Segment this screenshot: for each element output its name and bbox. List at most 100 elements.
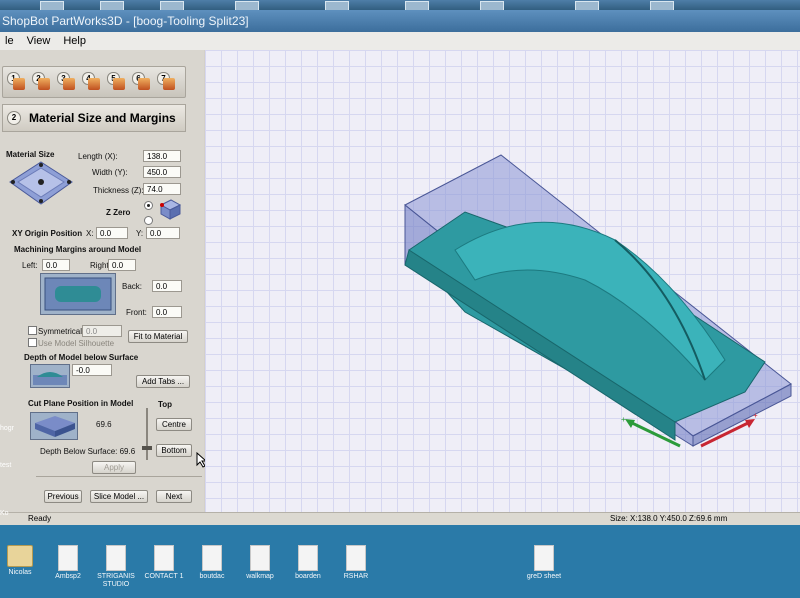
step-6-button[interactable]: 6 <box>132 72 152 92</box>
window-title: ShopBot PartWorks3D - [boog-Tooling Spli… <box>2 14 249 28</box>
document-icon <box>202 545 222 571</box>
step-2-button[interactable]: 2 <box>32 72 52 92</box>
step-5-button[interactable]: 5 <box>107 72 127 92</box>
step-3-button[interactable]: 3 <box>57 72 77 92</box>
symmetrical-field[interactable]: 0.0 <box>82 325 122 337</box>
margin-right-field[interactable]: 0.0 <box>108 259 136 271</box>
desktop-icon-label: STRIGANIS STUDIO <box>97 573 135 588</box>
margin-back-field[interactable]: 0.0 <box>152 280 182 292</box>
apply-button[interactable]: Apply <box>92 461 136 474</box>
desktop-edge-label: hogr <box>0 425 15 432</box>
cut-plane-slider-track[interactable] <box>146 408 148 460</box>
step-icon <box>163 78 175 90</box>
step-icon <box>138 78 150 90</box>
length-field[interactable]: 138.0 <box>143 150 181 162</box>
desktop-icon-label: walkmap <box>246 573 274 580</box>
3d-viewport[interactable]: + + <box>205 50 800 512</box>
step-icon <box>88 78 100 90</box>
x-axis-plus: + <box>753 411 758 420</box>
menu-view[interactable]: View <box>22 32 56 50</box>
desktop-icon[interactable]: boarden <box>288 545 328 581</box>
margins-label: Machining Margins around Model <box>14 245 142 254</box>
depth-preview-image <box>30 364 70 388</box>
step-header: 2 Material Size and Margins <box>2 104 186 132</box>
desktop-icon[interactable]: boutdac <box>192 545 232 581</box>
depth-label: Depth of Model below Surface <box>24 353 139 362</box>
zzero-bottom-radio[interactable] <box>144 216 153 225</box>
centre-button[interactable]: Centre <box>156 418 192 431</box>
silhouette-label: Use Model Silhouette <box>38 339 115 348</box>
desktop-icon[interactable]: STRIGANIS STUDIO <box>96 545 136 589</box>
menu-help[interactable]: Help <box>58 32 91 50</box>
desktop-icon-label: boutdac <box>199 573 225 580</box>
width-label: Width (Y): <box>92 168 128 177</box>
document-icon <box>154 545 174 571</box>
fit-to-material-button[interactable]: Fit to Material <box>128 330 188 343</box>
next-button[interactable]: Next <box>156 490 192 503</box>
step-7-button[interactable]: 7 <box>157 72 177 92</box>
folder-icon <box>7 545 33 567</box>
length-label: Length (X): <box>78 152 118 161</box>
cut-plane-label: Cut Plane Position in Model <box>28 399 134 408</box>
model-scene[interactable]: + + <box>205 50 800 512</box>
desktop-icon[interactable]: walkmap <box>240 545 280 581</box>
bottom-button[interactable]: Bottom <box>156 444 192 457</box>
wizard-panel: 1 2 3 4 5 6 7 2 Material Size and Margin… <box>0 50 208 512</box>
xy-origin-label: XY Origin Position <box>12 229 83 238</box>
top-label: Top <box>158 400 173 409</box>
width-field[interactable]: 450.0 <box>143 166 181 178</box>
document-icon <box>58 545 78 571</box>
document-icon <box>250 545 270 571</box>
desktop-icon-label: Nicolas <box>8 569 32 576</box>
step-icon <box>63 78 75 90</box>
status-size: Size: X:138.0 Y:450.0 Z:69.6 mm <box>610 514 728 523</box>
document-icon <box>346 545 366 571</box>
slice-model-button[interactable]: Slice Model ... <box>90 490 148 503</box>
desktop-icon-label: Ambsp2 <box>55 573 81 580</box>
desktop-icon[interactable]: Nicolas <box>0 545 40 577</box>
add-tabs-button[interactable]: Add Tabs ... <box>136 375 190 388</box>
menu-file[interactable]: le <box>0 32 19 50</box>
step-1-button[interactable]: 1 <box>7 72 27 92</box>
cut-plane-value: 69.6 <box>96 420 112 429</box>
xy-origin-x-field[interactable]: 0.0 <box>96 227 128 239</box>
cut-plane-preview-image <box>30 412 78 440</box>
app-window: ShopBot PartWorks3D - [boog-Tooling Spli… <box>0 10 800 525</box>
divider <box>36 476 202 477</box>
menu-bar: le View Help <box>0 32 800 50</box>
document-icon <box>534 545 554 571</box>
margin-front-field[interactable]: 0.0 <box>152 306 182 318</box>
material-origin-icon[interactable] <box>8 160 74 212</box>
zzero-top-radio[interactable] <box>144 201 153 210</box>
previous-button[interactable]: Previous <box>44 490 82 503</box>
desktop-icon-label: CONTACT 1 <box>144 573 184 580</box>
step-4-button[interactable]: 4 <box>82 72 102 92</box>
zzero-label: Z Zero <box>106 208 131 217</box>
desktop-icon-label: RSHAR <box>343 573 369 580</box>
thickness-label: Thickness (Z): <box>93 186 144 195</box>
symmetrical-checkbox[interactable] <box>28 326 37 335</box>
document-icon <box>298 545 318 571</box>
thickness-field[interactable]: 74.0 <box>143 183 181 195</box>
margin-left-field[interactable]: 0.0 <box>42 259 70 271</box>
desktop-icon[interactable]: Ambsp2 <box>48 545 88 581</box>
zzero-icon <box>159 199 182 220</box>
desktop-icon[interactable]: RSHAR <box>336 545 376 581</box>
step-header-number: 2 <box>7 111 21 125</box>
margin-back-label: Back: <box>122 282 143 291</box>
xy-origin-y-label: Y: <box>136 229 144 238</box>
step-icon <box>113 78 125 90</box>
desktop-icon[interactable]: CONTACT 1 <box>144 545 184 581</box>
step-icon <box>38 78 50 90</box>
silhouette-checkbox[interactable] <box>28 338 37 347</box>
xy-origin-y-field[interactable]: 0.0 <box>146 227 180 239</box>
status-bar: Ready Size: X:138.0 Y:450.0 Z:69.6 mm <box>0 512 800 525</box>
margins-preview-image <box>40 273 116 315</box>
symmetrical-label: Symmetrical <box>38 327 83 336</box>
cut-plane-slider-handle[interactable] <box>142 446 152 450</box>
desktop-icon-label: greD sheet <box>526 573 562 580</box>
desktop-edge-label: test <box>0 462 12 469</box>
depth-field[interactable]: -0.0 <box>72 364 112 376</box>
y-axis-plus: + <box>621 415 626 424</box>
desktop-icon[interactable]: greD sheet <box>524 545 564 581</box>
